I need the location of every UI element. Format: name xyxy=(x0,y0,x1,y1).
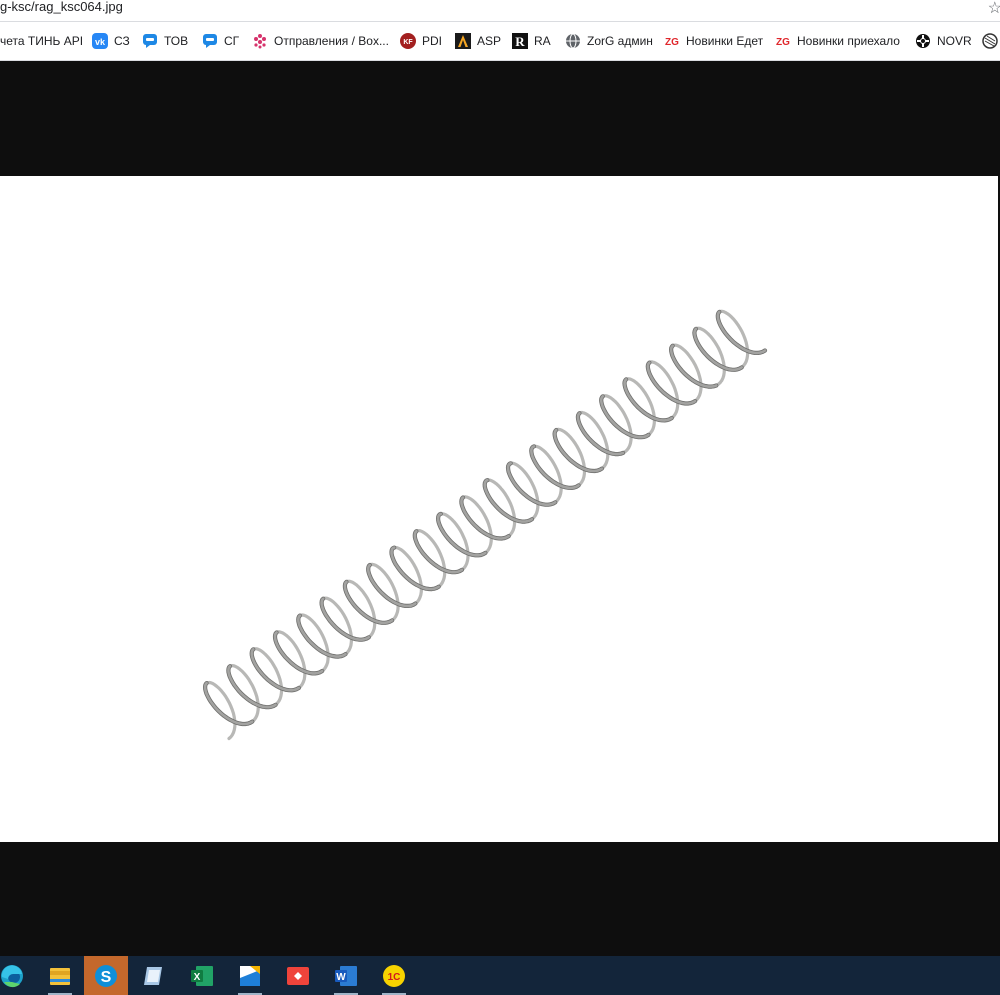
chat-bubble-icon xyxy=(202,33,218,49)
product-image[interactable] xyxy=(0,176,998,842)
edge-icon[interactable] xyxy=(0,956,34,995)
bookmark-label: ASP xyxy=(477,34,502,48)
bookmark-label: NOVR xyxy=(937,34,972,48)
bookmark-boxberry[interactable]: Отправления / Box... xyxy=(252,22,389,60)
spring-illustration xyxy=(203,309,768,741)
bookmark-label: ZorG админ xyxy=(587,34,653,48)
app-icon[interactable] xyxy=(228,956,272,995)
bookmark-label: PDI xyxy=(422,34,443,48)
excel-icon[interactable]: X xyxy=(180,956,224,995)
svg-text:R: R xyxy=(515,34,525,49)
boxberry-icon xyxy=(252,33,268,49)
address-bar[interactable]: g-ksc/rag_ksc064.jpg ☆ xyxy=(0,0,1000,22)
svg-text:S: S xyxy=(101,969,112,986)
svg-text:X: X xyxy=(194,972,201,983)
bookmark-sg[interactable]: СГ xyxy=(202,22,239,60)
bookmark-label: Новинки приехало xyxy=(797,34,900,48)
svg-text:KF: KF xyxy=(403,39,413,46)
bookmark-asp[interactable]: ASP xyxy=(455,22,501,60)
bookmark-novinki-edet[interactable]: ZG Новинки Едет xyxy=(664,22,763,60)
svg-text:ZG: ZG xyxy=(776,37,790,48)
bookmark-overflow[interactable] xyxy=(982,22,1000,60)
bookmark-novinki-priekhalo[interactable]: ZG Новинки приехало xyxy=(775,22,900,60)
bookmark-novr[interactable]: NOVR xyxy=(915,22,972,60)
zg-icon: ZG xyxy=(664,33,680,49)
bookmark-label: СГ xyxy=(224,34,240,48)
image-viewer xyxy=(0,61,1000,956)
globe-icon xyxy=(565,33,581,49)
bookmark-zorg-admin[interactable]: ZorG админ xyxy=(565,22,653,60)
bookmark-tov[interactable]: ТОВ xyxy=(142,22,188,60)
svg-text:vk: vk xyxy=(95,37,106,47)
bookmark-label: СЗ xyxy=(114,34,130,48)
striped-icon xyxy=(982,33,998,49)
bookmark-ra[interactable]: R RA xyxy=(512,22,551,60)
zg-icon: ZG xyxy=(775,33,791,49)
bookmark-label: RA xyxy=(534,34,551,48)
bookmark-pdi[interactable]: KF PDI xyxy=(400,22,442,60)
ra-icon: R xyxy=(512,33,528,49)
notes-icon[interactable] xyxy=(132,956,176,995)
svg-text:1С: 1С xyxy=(388,972,401,983)
word-icon[interactable]: W xyxy=(324,956,368,995)
svg-text:ZG: ZG xyxy=(665,37,679,48)
taskbar: S X W 1С xyxy=(0,956,1000,995)
bookmark-label: Новинки Едет xyxy=(686,34,764,48)
bookmark-star-icon[interactable]: ☆ xyxy=(988,0,1000,18)
novr-icon xyxy=(915,33,931,49)
vk-icon: vk xyxy=(92,33,108,49)
skype-icon[interactable]: S xyxy=(84,956,128,995)
bookmark-label: Отправления / Box... xyxy=(274,34,389,48)
url-text[interactable]: g-ksc/rag_ksc064.jpg xyxy=(0,0,123,20)
bookmark-tinkoff-api[interactable]: чета ТИНЬ API xyxy=(0,22,83,60)
pdi-icon: KF xyxy=(400,33,416,49)
bookmark-label: ТОВ xyxy=(164,34,189,48)
chat-bubble-icon xyxy=(142,33,158,49)
bookmark-label: чета ТИНЬ API xyxy=(0,34,84,48)
svg-text:W: W xyxy=(336,972,346,983)
anydesk-icon[interactable] xyxy=(276,956,320,995)
bookmarks-bar: чета ТИНЬ API vk СЗ ТОВ СГ Отправления /… xyxy=(0,22,1000,61)
bookmark-sz[interactable]: vk СЗ xyxy=(92,22,130,60)
asp-icon xyxy=(455,33,471,49)
file-explorer-icon[interactable] xyxy=(38,956,82,995)
1c-icon[interactable]: 1С xyxy=(372,956,416,995)
